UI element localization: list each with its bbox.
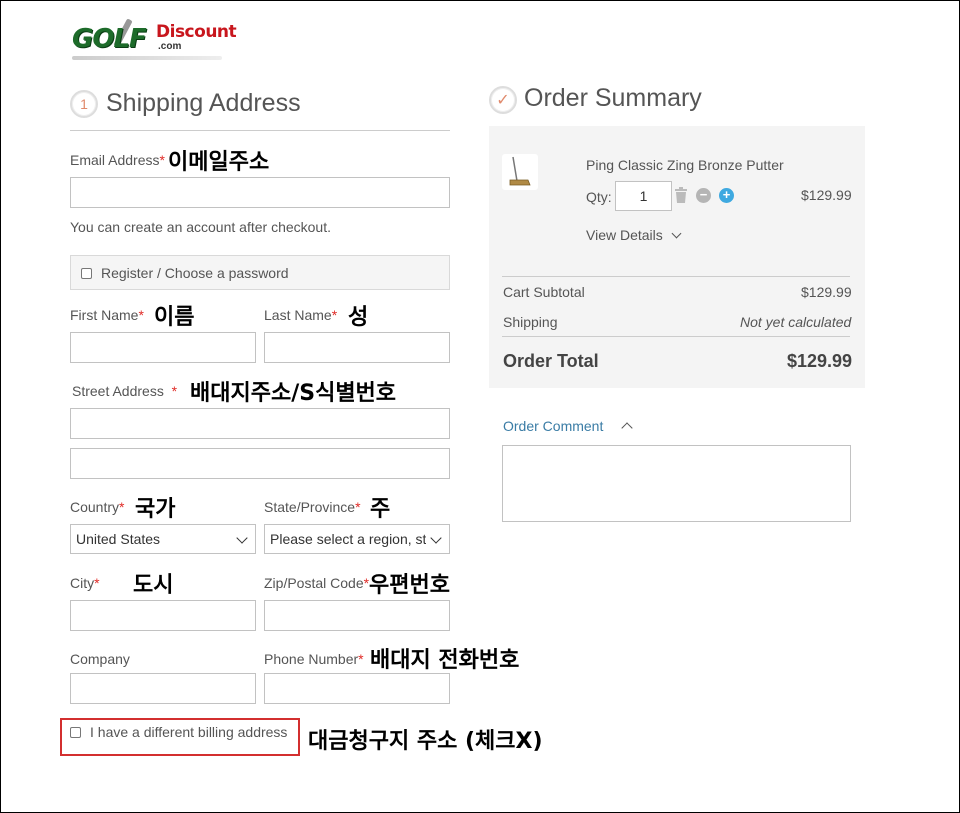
chevron-down-icon <box>671 228 682 239</box>
shipping-label: Shipping <box>503 314 558 330</box>
trash-icon[interactable] <box>674 187 688 203</box>
summary-divider-2 <box>502 336 850 337</box>
annotation-country: 국가 <box>135 497 176 522</box>
first-name-label: First Name* <box>70 307 144 323</box>
step-number: 1 <box>80 96 88 112</box>
chevron-up-icon <box>621 422 633 434</box>
state-select[interactable]: Please select a region, state or provinc… <box>264 524 450 554</box>
qty-input[interactable]: 1 <box>615 181 672 211</box>
phone-field[interactable] <box>264 673 450 704</box>
annotation-city: 도시 <box>133 573 174 598</box>
state-select-value: Please select a region, state or provinc… <box>270 531 426 547</box>
view-details-toggle[interactable]: View Details <box>586 227 682 243</box>
check-icon: ✓ <box>496 92 510 109</box>
shipping-title-divider <box>70 130 450 131</box>
minus-button[interactable]: − <box>696 188 711 203</box>
order-total-value: $129.99 <box>787 351 853 371</box>
register-label: Register / Choose a password <box>101 265 289 281</box>
city-label: City* <box>70 575 100 591</box>
cart-subtotal-label: Cart Subtotal <box>503 284 585 300</box>
shipping-value: Not yet calculated <box>740 314 852 330</box>
email-field[interactable] <box>70 177 450 208</box>
order-summary-title: Order Summary <box>524 84 702 112</box>
last-name-label: Last Name* <box>264 307 338 323</box>
order-comment-label: Order Comment <box>503 418 604 434</box>
annotation-state: 주 <box>370 497 391 522</box>
putter-icon <box>509 156 531 186</box>
first-name-field[interactable] <box>70 332 256 363</box>
last-name-field[interactable] <box>264 332 450 363</box>
phone-label: Phone Number* <box>264 651 364 667</box>
zip-label: Zip/Postal Code* <box>264 575 370 591</box>
logo-underline <box>72 56 222 60</box>
annotation-last-name: 성 <box>348 305 369 330</box>
chevron-down-icon <box>430 532 442 544</box>
logo-com-text: .com <box>158 41 182 52</box>
country-label: Country* <box>70 499 125 515</box>
summary-divider-1 <box>502 276 850 277</box>
country-select[interactable]: United States <box>70 524 256 554</box>
different-billing-checkbox[interactable] <box>70 727 81 738</box>
different-billing-label: I have a different billing address <box>90 724 288 740</box>
register-option-box[interactable]: Register / Choose a password <box>70 255 450 290</box>
street-line-2-field[interactable] <box>70 448 450 479</box>
company-field[interactable] <box>70 673 256 704</box>
qty-label: Qty: <box>586 189 612 205</box>
view-details-label: View Details <box>586 227 663 243</box>
register-checkbox[interactable] <box>81 268 92 279</box>
account-note: You can create an account after checkout… <box>70 219 331 235</box>
order-total-label: Order Total <box>503 351 599 371</box>
product-thumbnail[interactable] <box>502 154 538 190</box>
street-address-label: Street Address * <box>72 383 178 399</box>
state-label: State/Province* <box>264 499 361 515</box>
logo-golf-text: GOLF <box>72 24 147 54</box>
product-name[interactable]: Ping Classic Zing Bronze Putter <box>586 157 784 173</box>
country-select-value: United States <box>76 531 161 547</box>
order-comment-textarea[interactable] <box>502 445 851 522</box>
cart-subtotal-value: $129.99 <box>801 284 852 300</box>
order-comment-toggle[interactable]: Order Comment <box>503 418 633 434</box>
annotation-first-name: 이름 <box>154 305 195 330</box>
annotation-phone: 배대지 전화번호 <box>370 648 520 673</box>
annotation-street: 배대지주소/S식별번호 <box>190 381 397 406</box>
step-number-badge: 1 <box>70 90 98 118</box>
email-label: Email Address* <box>70 152 165 168</box>
zip-field[interactable] <box>264 600 450 631</box>
company-label: Company <box>70 651 130 667</box>
city-field[interactable] <box>70 600 256 631</box>
annotation-email: 이메일주소 <box>168 150 270 175</box>
street-line-1-field[interactable] <box>70 408 450 439</box>
summary-check-badge: ✓ <box>489 86 517 114</box>
site-logo[interactable]: GOLF Discount .com <box>72 18 237 64</box>
chevron-down-icon <box>236 532 248 544</box>
item-price: $129.99 <box>801 187 852 203</box>
logo-discount-text: Discount <box>156 22 237 42</box>
shipping-section-title: Shipping Address <box>106 89 301 117</box>
annotation-zip: 우편번호 <box>369 573 450 598</box>
annotation-billing: 대금청구지 주소 (체크X) <box>308 729 543 754</box>
plus-button[interactable]: + <box>719 188 734 203</box>
